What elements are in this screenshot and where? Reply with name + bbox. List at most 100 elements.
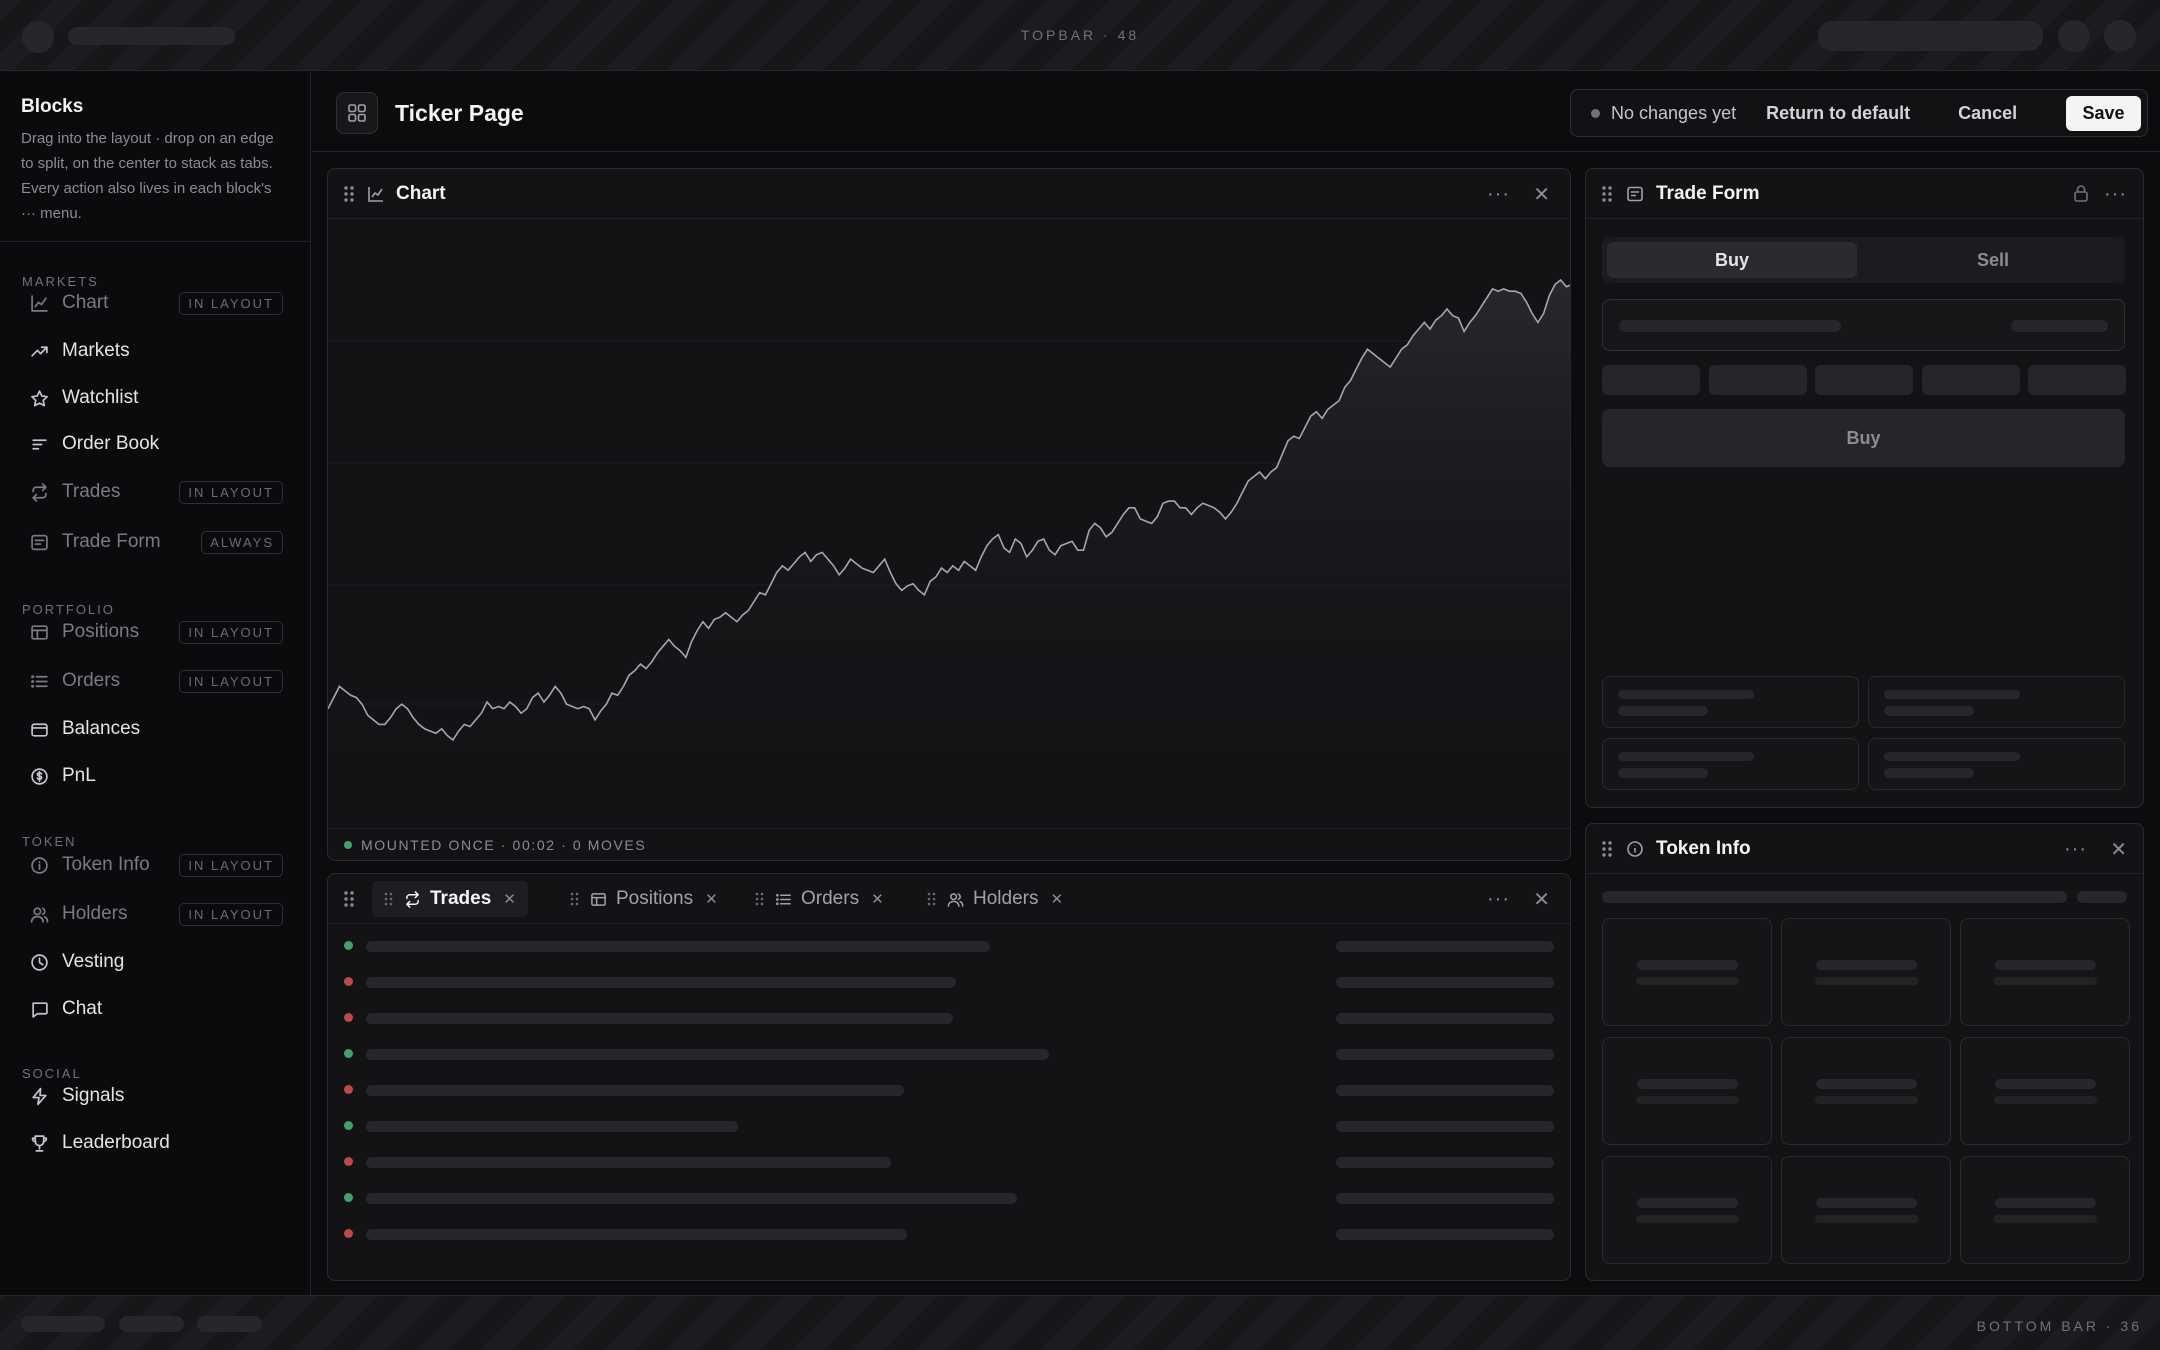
repeat-icon: [28, 481, 50, 503]
row-value-placeholder: [1336, 977, 1554, 988]
sidebar-description: Drag into the layout · drop on an edge t…: [21, 130, 274, 222]
sidebar-item-token-info[interactable]: Token Info IN LAYOUT: [14, 845, 297, 885]
close-icon[interactable]: ✕: [2110, 837, 2127, 862]
quick-amount-chip[interactable]: [1602, 365, 1700, 395]
stat-card: [1602, 738, 1859, 790]
sidebar-item-order-book[interactable]: Order Book: [14, 424, 297, 464]
table-row[interactable]: [328, 968, 1570, 1004]
price-area: [328, 280, 1570, 812]
sidebar-item-pnl[interactable]: PnL: [14, 756, 297, 796]
row-value-placeholder: [1336, 1157, 1554, 1168]
table-row[interactable]: [328, 1004, 1570, 1040]
price-chart[interactable]: [328, 220, 1571, 812]
table-row[interactable]: [328, 1148, 1570, 1184]
status-dot: [344, 840, 352, 849]
layout-grid-button[interactable]: [336, 92, 378, 134]
close-icon[interactable]: ✕: [705, 890, 718, 908]
amount-field[interactable]: [1602, 299, 2125, 351]
quick-amount-chip[interactable]: [2028, 365, 2126, 395]
sidebar-item-leaderboard[interactable]: Leaderboard: [14, 1123, 297, 1163]
bottombar-placeholder: [21, 1316, 105, 1332]
bottombar-label: BOTTOM BAR · 36: [1976, 1318, 2142, 1334]
sidebar-item-positions[interactable]: Positions IN LAYOUT: [14, 612, 297, 652]
drag-handle-icon[interactable]: [384, 892, 393, 906]
submit-buy-button[interactable]: Buy: [1602, 409, 2125, 467]
drag-handle-icon[interactable]: [1600, 184, 1614, 204]
grid-icon: [348, 104, 366, 122]
token-stat-tile: [1781, 1156, 1951, 1264]
chart-footer: MOUNTED ONCE · 00:02 · 0 MOVES: [328, 828, 1570, 860]
drag-handle-icon[interactable]: [342, 184, 356, 204]
token-stat-tile: [1781, 1037, 1951, 1145]
quick-amount-chip[interactable]: [1921, 365, 2020, 395]
divider: [0, 241, 311, 242]
quick-amount-chip[interactable]: [1815, 365, 1913, 395]
close-icon[interactable]: ✕: [503, 890, 516, 908]
close-icon[interactable]: ✕: [1533, 887, 1550, 912]
topbar-icon-button[interactable]: [2058, 20, 2090, 52]
close-icon[interactable]: ✕: [1050, 890, 1063, 908]
sidebar-item-vesting[interactable]: Vesting: [14, 942, 297, 982]
close-icon[interactable]: ✕: [871, 890, 884, 908]
sidebar-item-signals[interactable]: Signals: [14, 1076, 297, 1116]
table-row[interactable]: [328, 1112, 1570, 1148]
sidebar-item-label: Chart: [62, 292, 109, 313]
sidebar-item-label: Chat: [62, 998, 103, 1019]
table-row[interactable]: [328, 1184, 1570, 1220]
table-row[interactable]: [328, 1040, 1570, 1076]
token-info-header: Token Info ··· ✕: [1586, 824, 2143, 874]
drag-handle-icon[interactable]: [570, 892, 579, 906]
side-dot: [344, 1229, 353, 1238]
quick-amount-chip[interactable]: [1708, 365, 1807, 395]
save-button[interactable]: Save: [2066, 96, 2141, 131]
layout-actions: No changes yet Return to default Cancel …: [1570, 89, 2148, 137]
sidebar-item-chat[interactable]: Chat: [14, 989, 297, 1029]
page-header: Ticker Page No changes yet Return to def…: [312, 72, 2160, 152]
users-icon: [28, 903, 50, 925]
sell-tab[interactable]: Sell: [1866, 242, 2120, 278]
drag-handle-icon[interactable]: [755, 892, 764, 906]
table-icon: [590, 891, 607, 908]
cancel-button[interactable]: Cancel: [1958, 103, 2017, 124]
close-icon[interactable]: ✕: [1533, 182, 1550, 207]
row-value-placeholder: [1336, 941, 1554, 952]
more-icon[interactable]: ···: [2104, 183, 2127, 206]
sidebar-item-balances[interactable]: Balances: [14, 709, 297, 749]
stat-card: [1868, 676, 2125, 728]
token-info-title: Token Info: [1656, 837, 1751, 859]
more-icon[interactable]: ···: [1487, 888, 1510, 911]
drag-handle-icon[interactable]: [1600, 839, 1614, 859]
row-placeholder: [366, 1085, 904, 1096]
buy-tab[interactable]: Buy: [1607, 242, 1857, 278]
topbar-search-placeholder[interactable]: [1818, 21, 2043, 51]
sidebar-item-markets[interactable]: Markets: [14, 331, 297, 371]
trade-form-header: Trade Form ···: [1586, 169, 2143, 219]
return-to-default-button[interactable]: Return to default: [1766, 103, 1910, 124]
table-row[interactable]: [328, 932, 1570, 968]
sidebar-item-orders[interactable]: Orders IN LAYOUT: [14, 661, 297, 701]
sidebar-item-watchlist[interactable]: Watchlist: [14, 378, 297, 418]
tab-positions[interactable]: Positions ✕: [558, 881, 730, 917]
more-icon[interactable]: ···: [2064, 838, 2087, 861]
table-row[interactable]: [328, 1076, 1570, 1112]
lock-icon: [2073, 184, 2089, 202]
sidebar-item-trades[interactable]: Trades IN LAYOUT: [14, 472, 297, 512]
table-row[interactable]: [328, 1220, 1570, 1256]
drag-handle-icon[interactable]: [342, 889, 356, 909]
sidebar-item-chart[interactable]: Chart IN LAYOUT: [14, 283, 297, 323]
status-badge: IN LAYOUT: [179, 620, 283, 644]
row-value-placeholder: [1336, 1049, 1554, 1060]
more-icon[interactable]: ···: [1487, 183, 1510, 206]
sidebar-item-holders[interactable]: Holders IN LAYOUT: [14, 894, 297, 934]
tab-holders[interactable]: Holders ✕: [915, 881, 1075, 917]
row-value-placeholder: [1336, 1085, 1554, 1096]
sidebar-item-trade-form[interactable]: Trade Form ALWAYS: [14, 522, 297, 562]
sidebar-item-label: Order Book: [62, 433, 160, 454]
topbar-icon-button[interactable]: [2104, 20, 2136, 52]
drag-handle-icon[interactable]: [927, 892, 936, 906]
tab-trades[interactable]: Trades ✕: [372, 881, 528, 917]
amount-placeholder: [1619, 320, 1841, 332]
trophy-icon: [28, 1132, 50, 1154]
row-placeholder: [366, 1121, 738, 1132]
tab-orders[interactable]: Orders ✕: [743, 881, 896, 917]
